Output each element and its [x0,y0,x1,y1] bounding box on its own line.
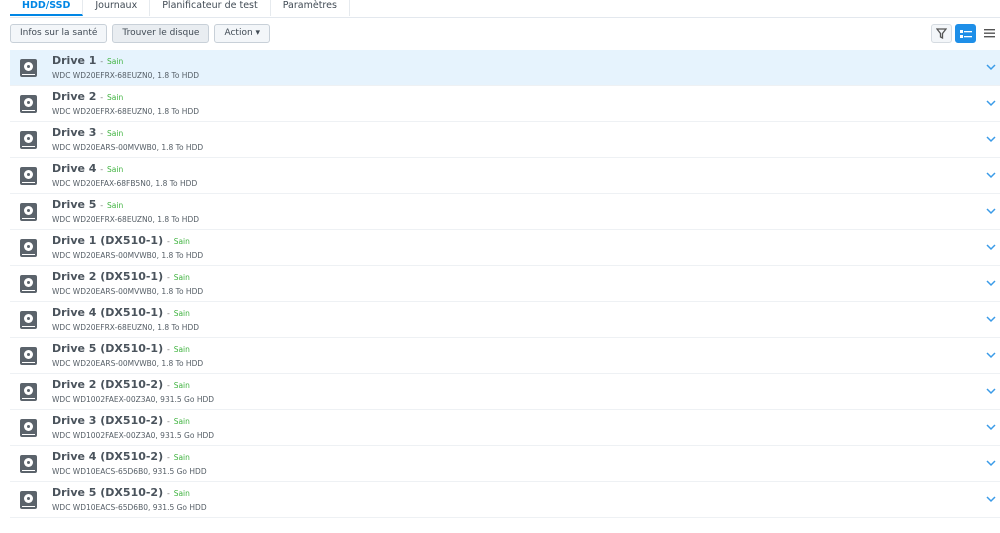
toolbar: Infos sur la santé Trouver le disque Act… [10,24,271,43]
drive-description: WDC WD10EACS-65D6B0, 931.5 Go HDD [52,503,207,512]
chevron-down-icon[interactable] [985,314,997,324]
hdd-icon [20,167,37,185]
hdd-icon [20,419,37,437]
drive-name: Drive 2 (DX510-1) - Sain [52,270,190,283]
drive-status: Sain [173,453,190,462]
drive-row[interactable]: Drive 5 (DX510-1) - Sain WDC WD20EARS-00… [10,338,1000,374]
tab-planificateur[interactable]: Planificateur de test [150,0,271,16]
list-view-icon [984,29,995,38]
drive-status: Sain [173,273,190,282]
drive-name: Drive 4 - Sain [52,162,124,175]
drive-name: Drive 1 (DX510-1) - Sain [52,234,190,247]
drive-row[interactable]: Drive 5 - Sain WDC WD20EFRX-68EUZN0, 1.8… [10,194,1000,230]
chevron-down-icon[interactable] [985,278,997,288]
hdd-icon [20,59,37,77]
drive-name: Drive 1 - Sain [52,54,124,67]
hdd-icon [20,95,37,113]
drive-description: WDC WD20EARS-00MVWB0, 1.8 To HDD [52,359,204,368]
drive-row[interactable]: Drive 4 - Sain WDC WD20EFAX-68FB5N0, 1.8… [10,158,1000,194]
drive-row[interactable]: Drive 1 - Sain WDC WD20EFRX-68EUZN0, 1.8… [10,50,1000,86]
drive-description: WDC WD20EARS-00MVWB0, 1.8 To HDD [52,251,204,260]
hdd-icon [20,203,37,221]
drive-row[interactable]: Drive 4 (DX510-1) - Sain WDC WD20EFRX-68… [10,302,1000,338]
drive-description: WDC WD20EFRX-68EUZN0, 1.8 To HDD [52,323,199,332]
tab-journaux[interactable]: Journaux [83,0,151,16]
drive-description: WDC WD1002FAEX-00Z3A0, 931.5 Go HDD [52,395,215,404]
drive-row[interactable]: Drive 1 (DX510-1) - Sain WDC WD20EARS-00… [10,230,1000,266]
drive-status: Sain [173,237,190,246]
filter-icon [936,28,947,39]
chevron-down-icon[interactable] [985,494,997,504]
drive-status: Sain [173,489,190,498]
detail-view-button[interactable] [955,24,976,43]
drive-status: Sain [107,57,124,66]
hdd-icon [20,383,37,401]
drive-description: WDC WD20EARS-00MVWB0, 1.8 To HDD [52,287,204,296]
drive-description: WDC WD20EFRX-68EUZN0, 1.8 To HDD [52,107,199,116]
chevron-down-icon[interactable] [985,98,997,108]
chevron-down-icon[interactable] [985,170,997,180]
chevron-down-icon[interactable] [985,134,997,144]
tab-hdd-ssd[interactable]: HDD/SSD [10,0,84,16]
health-info-button[interactable]: Infos sur la santé [10,24,108,43]
filter-button[interactable] [931,24,952,43]
drive-row[interactable]: Drive 3 (DX510-2) - Sain WDC WD1002FAEX-… [10,410,1000,446]
chevron-down-icon[interactable] [985,350,997,360]
drive-name: Drive 4 (DX510-1) - Sain [52,306,190,319]
drive-row[interactable]: Drive 4 (DX510-2) - Sain WDC WD10EACS-65… [10,446,1000,482]
drive-description: WDC WD20EARS-00MVWB0, 1.8 To HDD [52,143,204,152]
drive-status: Sain [107,165,124,174]
tab-bar: HDD/SSD Journaux Planificateur de test P… [10,0,1000,18]
drive-row[interactable]: Drive 2 (DX510-1) - Sain WDC WD20EARS-00… [10,266,1000,302]
drive-name: Drive 5 - Sain [52,198,124,211]
drive-description: WDC WD20EFRX-68EUZN0, 1.8 To HDD [52,215,199,224]
drive-description: WDC WD1002FAEX-00Z3A0, 931.5 Go HDD [52,431,215,440]
hdd-icon [20,239,37,257]
chevron-down-icon[interactable] [985,206,997,216]
chevron-down-icon[interactable] [985,386,997,396]
drive-name: Drive 5 (DX510-1) - Sain [52,342,190,355]
hdd-icon [20,455,37,473]
chevron-down-icon[interactable] [985,62,997,72]
chevron-down-icon[interactable] [985,458,997,468]
drive-status: Sain [107,129,124,138]
drive-row[interactable]: Drive 2 - Sain WDC WD20EFRX-68EUZN0, 1.8… [10,86,1000,122]
drive-status: Sain [173,381,190,390]
chevron-down-icon[interactable] [985,242,997,252]
drive-status: Sain [107,201,124,210]
drive-name: Drive 4 (DX510-2) - Sain [52,450,190,463]
drive-name: Drive 3 - Sain [52,126,124,139]
view-controls [931,24,1000,43]
drive-row[interactable]: Drive 5 (DX510-2) - Sain WDC WD10EACS-65… [10,482,1000,518]
drive-status: Sain [173,417,190,426]
drive-name: Drive 2 (DX510-2) - Sain [52,378,190,391]
find-disk-button[interactable]: Trouver le disque [112,24,210,43]
hdd-icon [20,347,37,365]
drive-list: Drive 1 - Sain WDC WD20EFRX-68EUZN0, 1.8… [10,50,1000,518]
drive-status: Sain [173,309,190,318]
drive-name: Drive 5 (DX510-2) - Sain [52,486,190,499]
action-dropdown[interactable]: Action ▾ [214,24,271,43]
detail-view-icon [959,29,972,38]
drive-status: Sain [107,93,124,102]
drive-row[interactable]: Drive 2 (DX510-2) - Sain WDC WD1002FAEX-… [10,374,1000,410]
drive-row[interactable]: Drive 3 - Sain WDC WD20EARS-00MVWB0, 1.8… [10,122,1000,158]
hdd-icon [20,275,37,293]
list-view-button[interactable] [979,24,1000,43]
chevron-down-icon[interactable] [985,422,997,432]
hdd-icon [20,491,37,509]
drive-name: Drive 2 - Sain [52,90,124,103]
drive-name: Drive 3 (DX510-2) - Sain [52,414,190,427]
drive-description: WDC WD10EACS-65D6B0, 931.5 Go HDD [52,467,207,476]
drive-status: Sain [173,345,190,354]
hdd-icon [20,311,37,329]
drive-description: WDC WD20EFRX-68EUZN0, 1.8 To HDD [52,71,199,80]
tab-parametres[interactable]: Paramètres [271,0,350,16]
drive-description: WDC WD20EFAX-68FB5N0, 1.8 To HDD [52,179,198,188]
hdd-icon [20,131,37,149]
